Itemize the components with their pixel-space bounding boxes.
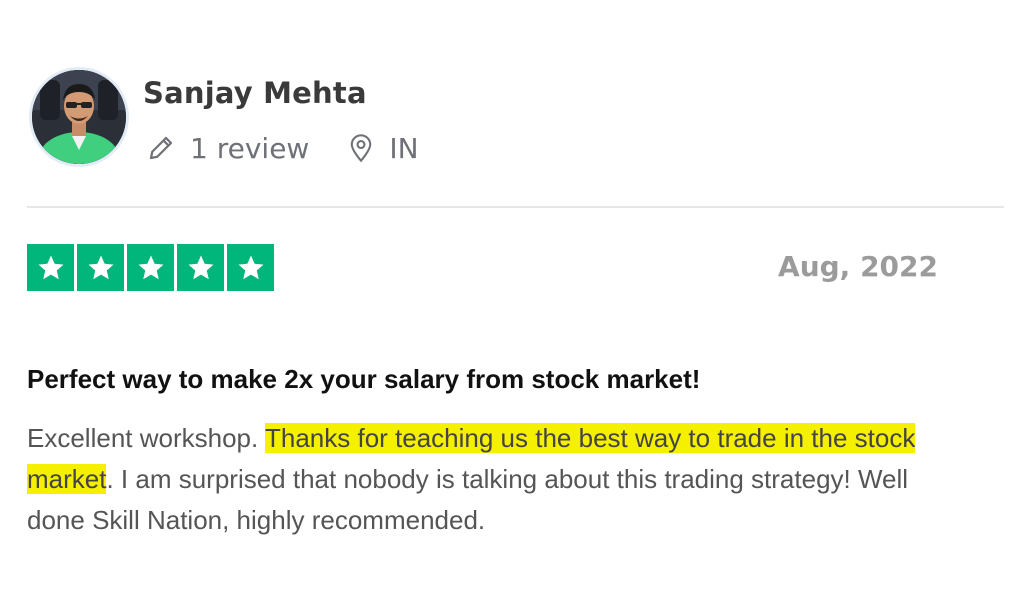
reviewer-country: IN xyxy=(389,131,419,165)
reviewer-meta: 1 review IN xyxy=(146,128,419,168)
review-text: Excellent workshop. xyxy=(27,423,265,453)
review-date: Aug, 2022 xyxy=(778,250,938,283)
star-icon xyxy=(227,244,274,291)
map-pin-icon xyxy=(347,133,375,163)
review-count: 1 review xyxy=(190,131,310,165)
star-rating xyxy=(27,244,274,291)
reviewer-name: Sanjay Mehta xyxy=(143,76,367,110)
star-icon xyxy=(177,244,224,291)
review-title: Perfect way to make 2x your salary from … xyxy=(27,364,701,394)
avatar xyxy=(29,67,129,167)
review-body: Excellent workshop. Thanks for teaching … xyxy=(27,418,927,541)
star-icon xyxy=(127,244,174,291)
star-icon xyxy=(77,244,124,291)
pencil-icon xyxy=(146,133,176,163)
star-icon xyxy=(27,244,74,291)
divider xyxy=(27,206,1004,208)
review-text: . I am surprised that nobody is talking … xyxy=(27,464,909,535)
